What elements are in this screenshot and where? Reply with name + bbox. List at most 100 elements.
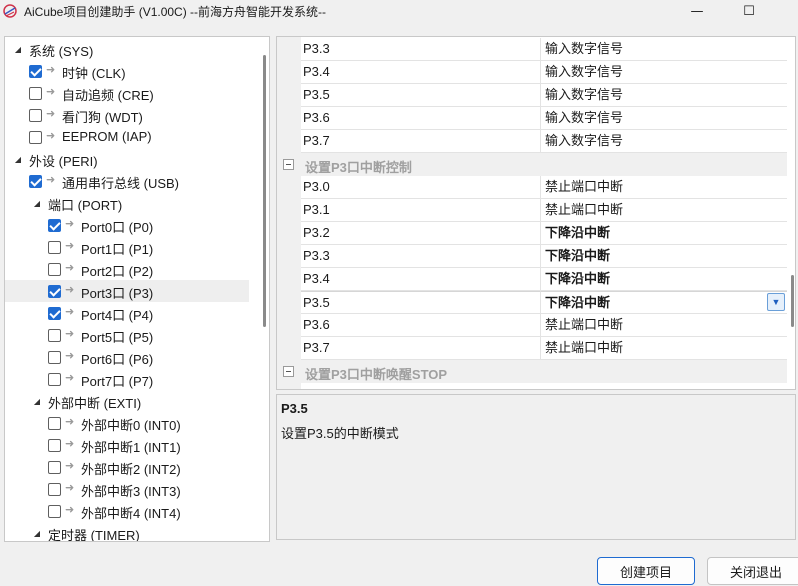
expand-collapse-icon[interactable]: ◢ — [32, 192, 42, 214]
create-project-button[interactable]: 创建项目 — [597, 557, 695, 585]
tree-item-label: Port0口 (P0) — [81, 220, 154, 235]
property-value[interactable]: 下降沿中断 — [541, 268, 787, 291]
tree-item[interactable]: ➜ 看门狗 (WDT) — [5, 104, 249, 126]
property-value[interactable]: 禁止端口中断 — [541, 337, 787, 360]
grid-scrollbar-thumb[interactable] — [791, 275, 794, 327]
property-value[interactable]: 下降沿中断 — [541, 291, 787, 314]
expand-collapse-icon[interactable]: ◢ — [13, 148, 23, 170]
tree-item[interactable]: ➜ Port0口 (P0) — [5, 214, 249, 236]
property-name: P3.3 — [301, 38, 541, 61]
grid-property-row[interactable]: P3.7 输入数字信号 — [301, 130, 787, 153]
grid-property-row[interactable]: P3.6 禁止端口中断 — [301, 314, 787, 337]
property-value[interactable]: 输入数字信号 — [541, 130, 787, 153]
tree-item[interactable]: ➜ Port5口 (P5) — [5, 324, 249, 346]
grid-property-row[interactable]: P3.7 禁止端口中断 — [301, 337, 787, 360]
checkbox[interactable] — [29, 175, 42, 188]
tree-item[interactable]: ◢ 外设 (PERI) — [5, 148, 249, 170]
grid-property-row[interactable]: P3.3 输入数字信号 — [301, 38, 787, 61]
checkbox[interactable] — [29, 87, 42, 100]
tree-item[interactable]: ◢ 外部中断 (EXTI) — [5, 390, 249, 412]
tree-item-label: 看门狗 (WDT) — [62, 110, 143, 125]
property-value[interactable]: 输入数字信号 — [541, 38, 787, 61]
close-exit-button[interactable]: 关闭退出 — [707, 557, 798, 585]
grid-property-row[interactable]: P3.0 禁止端口中断 — [301, 176, 787, 199]
tree-scrollbar-thumb[interactable] — [263, 55, 266, 327]
checkbox[interactable] — [48, 483, 61, 496]
tree-item[interactable]: ◢ 系统 (SYS) — [5, 38, 249, 60]
property-name: P3.6 — [301, 107, 541, 130]
property-value[interactable]: 输入数字信号 — [541, 84, 787, 107]
arrow-right-icon: ➜ — [65, 350, 75, 362]
property-grid[interactable]: P3.3 输入数字信号 P3.4 输入数字信号 P3.5 输入数字信号 P3.6 输入数字信号… — [276, 36, 796, 390]
checkbox[interactable] — [48, 329, 61, 342]
tree-item-label: 外设 (PERI) — [29, 154, 98, 169]
expand-collapse-icon[interactable]: ◢ — [13, 38, 23, 60]
minimize-button[interactable]: — — [674, 0, 720, 22]
checkbox[interactable] — [48, 285, 61, 298]
checkbox[interactable] — [48, 351, 61, 364]
property-name: P3.4 — [301, 268, 541, 291]
grid-property-row[interactable]: P3.3 下降沿中断 — [301, 245, 787, 268]
tree-item[interactable]: ➜ 通用串行总线 (USB) — [5, 170, 249, 192]
grid-property-row[interactable]: P3.4 下降沿中断 — [301, 268, 787, 291]
tree-item[interactable]: ➜ 外部中断3 (INT3) — [5, 478, 249, 500]
arrow-right-icon: ➜ — [46, 108, 56, 120]
checkbox[interactable] — [48, 307, 61, 320]
tree-item[interactable]: ➜ Port3口 (P3) — [5, 280, 249, 302]
tree-item-label: 定时器 (TIMER) — [48, 528, 140, 542]
property-value[interactable]: 输入数字信号 — [541, 61, 787, 84]
checkbox[interactable] — [29, 131, 42, 144]
checkbox[interactable] — [48, 219, 61, 232]
grid-property-row[interactable]: P3.4 输入数字信号 — [301, 61, 787, 84]
tree-item[interactable]: ➜ 外部中断2 (INT2) — [5, 456, 249, 478]
checkbox[interactable] — [48, 417, 61, 430]
tree-item[interactable]: ➜ Port7口 (P7) — [5, 368, 249, 390]
tree-item[interactable]: ➜ Port1口 (P1) — [5, 236, 249, 258]
tree-item[interactable]: ➜ 自动追频 (CRE) — [5, 82, 249, 104]
property-value[interactable]: 下降沿中断 — [541, 245, 787, 268]
tree-item-label: Port2口 (P2) — [81, 264, 154, 279]
checkbox[interactable] — [48, 373, 61, 386]
property-name: P3.6 — [301, 314, 541, 337]
tree-item-label: 外部中断1 (INT1) — [81, 440, 181, 455]
grid-property-row[interactable]: P3.2 下降沿中断 — [301, 222, 787, 245]
tree-item[interactable]: ➜ 外部中断4 (INT4) — [5, 500, 249, 522]
grid-property-row[interactable]: P3.1 禁止端口中断 — [301, 199, 787, 222]
checkbox[interactable] — [48, 439, 61, 452]
maximize-button[interactable]: ☐ — [726, 0, 772, 22]
grid-property-row[interactable]: P3.6 输入数字信号 — [301, 107, 787, 130]
tree-item[interactable]: ◢ 端口 (PORT) — [5, 192, 249, 214]
checkbox[interactable] — [48, 241, 61, 254]
chevron-down-icon[interactable]: ▼ — [767, 293, 785, 311]
collapse-icon[interactable] — [283, 366, 294, 377]
property-value[interactable]: 禁止端口中断 — [541, 314, 787, 337]
tree-item[interactable]: ➜ Port4口 (P4) — [5, 302, 249, 324]
property-value[interactable]: 输入数字信号 — [541, 107, 787, 130]
grid-property-row[interactable]: P3.5 输入数字信号 — [301, 84, 787, 107]
grid-category[interactable]: 设置P3口中断唤醒STOP — [277, 360, 787, 383]
tree-scrollbar[interactable] — [259, 37, 269, 541]
tree-item[interactable]: ◢ 定时器 (TIMER) — [5, 522, 249, 542]
arrow-right-icon: ➜ — [65, 372, 75, 384]
checkbox[interactable] — [48, 263, 61, 276]
checkbox[interactable] — [48, 461, 61, 474]
checkbox[interactable] — [29, 109, 42, 122]
tree-item[interactable]: ➜ Port6口 (P6) — [5, 346, 249, 368]
grid-category[interactable]: 设置P3口中断控制 — [277, 153, 787, 176]
property-value[interactable]: 禁止端口中断 — [541, 199, 787, 222]
checkbox[interactable] — [48, 505, 61, 518]
grid-property-row[interactable]: P3.5 下降沿中断 ▼ — [301, 291, 787, 314]
tree-item[interactable]: ➜ 时钟 (CLK) — [5, 60, 249, 82]
tree-item[interactable]: ➜ 外部中断1 (INT1) — [5, 434, 249, 456]
checkbox[interactable] — [29, 65, 42, 78]
description-title: P3.5 — [281, 401, 308, 416]
property-value[interactable]: 禁止端口中断 — [541, 176, 787, 199]
tree-item[interactable]: ➜ 外部中断0 (INT0) — [5, 412, 249, 434]
expand-collapse-icon[interactable]: ◢ — [32, 390, 42, 412]
tree-item[interactable]: ➜ EEPROM (IAP) — [5, 126, 249, 148]
collapse-icon[interactable] — [283, 159, 294, 170]
property-value[interactable]: 下降沿中断 — [541, 222, 787, 245]
tree-item[interactable]: ➜ Port2口 (P2) — [5, 258, 249, 280]
peripheral-tree[interactable]: ◢ 系统 (SYS) ➜ 时钟 (CLK) ➜ 自动追频 (CRE) ➜ 看门狗 (WDT) ➜… — [4, 36, 270, 542]
expand-collapse-icon[interactable]: ◢ — [32, 522, 42, 541]
